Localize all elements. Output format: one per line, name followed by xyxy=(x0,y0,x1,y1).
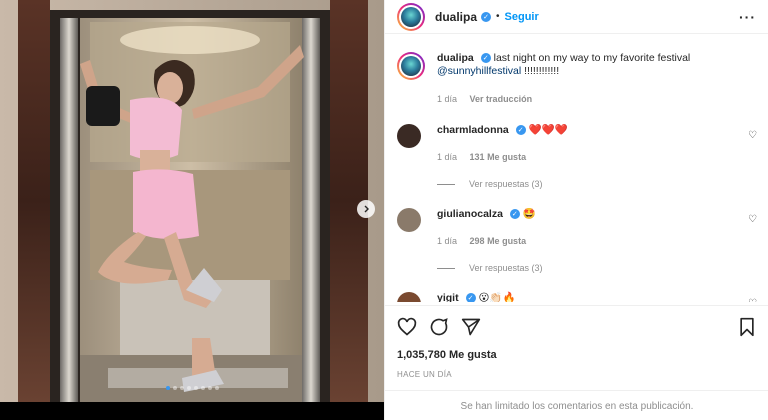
photo-footer xyxy=(0,402,384,420)
caption-exclaim: !!!!!!!!!!!! xyxy=(521,65,560,77)
likes-count[interactable]: 1,035,780 Me gusta xyxy=(397,349,497,361)
chevron-right-icon xyxy=(364,205,369,213)
translate-link[interactable]: Ver traducción xyxy=(470,94,533,104)
carousel-dot xyxy=(200,386,205,390)
comment-avatar[interactable] xyxy=(397,124,421,148)
view-replies-label: Ver respuestas (3) xyxy=(469,263,543,273)
comment-time: 1 día xyxy=(437,152,458,162)
verified-icon: ✓ xyxy=(465,293,476,302)
like-comment-heart-icon[interactable]: ♡ xyxy=(748,130,757,141)
comment-text: 😮👏🏻🔥 xyxy=(478,292,516,302)
post-photo[interactable] xyxy=(0,0,384,420)
comment-likes[interactable]: 131 Me gusta xyxy=(470,152,527,162)
like-comment-heart-icon[interactable]: ♡ xyxy=(748,298,757,302)
verified-icon: ✓ xyxy=(480,53,491,64)
comments-limited-notice: Se han limitado los comentarios en esta … xyxy=(385,390,768,420)
carousel-dots xyxy=(0,386,384,390)
post-actions: 1,035,780 Me gusta HACE UN DÍA Se han li… xyxy=(385,305,768,420)
post-image xyxy=(0,0,384,402)
next-slide-button[interactable] xyxy=(357,200,375,218)
carousel-dot xyxy=(179,386,184,390)
post-time: HACE UN DÍA xyxy=(397,370,452,379)
comment-time: 1 día xyxy=(437,236,458,246)
caption-meta: 1 día Ver traducción xyxy=(437,94,532,104)
verified-icon: ✓ xyxy=(509,209,520,220)
comment-username[interactable]: charmladonna xyxy=(437,124,509,136)
comment-username[interactable]: yigit xyxy=(437,292,459,302)
comment-meta: 1 día 298 Me gusta xyxy=(437,236,526,246)
carousel-dot xyxy=(207,386,212,390)
verified-icon: ✓ xyxy=(481,11,492,22)
view-replies-link[interactable]: Ver respuestas (3) xyxy=(437,179,543,189)
comment-meta: 1 día 131 Me gusta xyxy=(437,152,526,162)
post-header: dualipa ✓ • Seguir ··· xyxy=(385,0,768,34)
heart-icon[interactable] xyxy=(397,317,417,337)
view-replies-link[interactable]: Ver respuestas (3) xyxy=(437,263,543,273)
post-side-panel: dualipa ✓ • Seguir ··· dualipa ✓ last ni… xyxy=(384,0,768,420)
caption-avatar[interactable] xyxy=(397,52,425,80)
carousel-dot xyxy=(165,386,170,390)
comment-likes[interactable]: 298 Me gusta xyxy=(470,236,527,246)
comment-avatar[interactable] xyxy=(397,292,421,302)
caption-mention[interactable]: @sunnyhillfestival xyxy=(437,65,521,77)
follow-button[interactable]: Seguir xyxy=(505,11,539,23)
comment-avatar[interactable] xyxy=(397,208,421,232)
carousel-dot xyxy=(172,386,177,390)
view-replies-label: Ver respuestas (3) xyxy=(469,179,543,189)
carousel-dot xyxy=(193,386,198,390)
comment-username[interactable]: giulianocalza xyxy=(437,208,503,220)
comment-text: ❤️❤️❤️ xyxy=(528,124,568,136)
more-options-icon[interactable]: ··· xyxy=(739,9,756,25)
caption-username[interactable]: dualipa xyxy=(437,52,474,64)
caption-text: last night on my way to my favorite fest… xyxy=(493,52,691,64)
share-icon[interactable] xyxy=(461,317,481,337)
comment-text: 🤩 xyxy=(522,208,536,220)
profile-username[interactable]: dualipa xyxy=(435,10,477,24)
profile-avatar[interactable] xyxy=(397,2,425,31)
verified-icon: ✓ xyxy=(515,125,526,136)
comment-icon[interactable] xyxy=(429,317,449,337)
bookmark-icon[interactable] xyxy=(737,317,757,337)
like-comment-heart-icon[interactable]: ♡ xyxy=(748,214,757,225)
carousel-dot xyxy=(186,386,191,390)
comments-list[interactable]: dualipa ✓ last night on my way to my fav… xyxy=(385,40,768,302)
caption-time: 1 día xyxy=(437,94,458,104)
dot-separator: • xyxy=(496,11,500,22)
carousel-dot xyxy=(214,386,219,390)
